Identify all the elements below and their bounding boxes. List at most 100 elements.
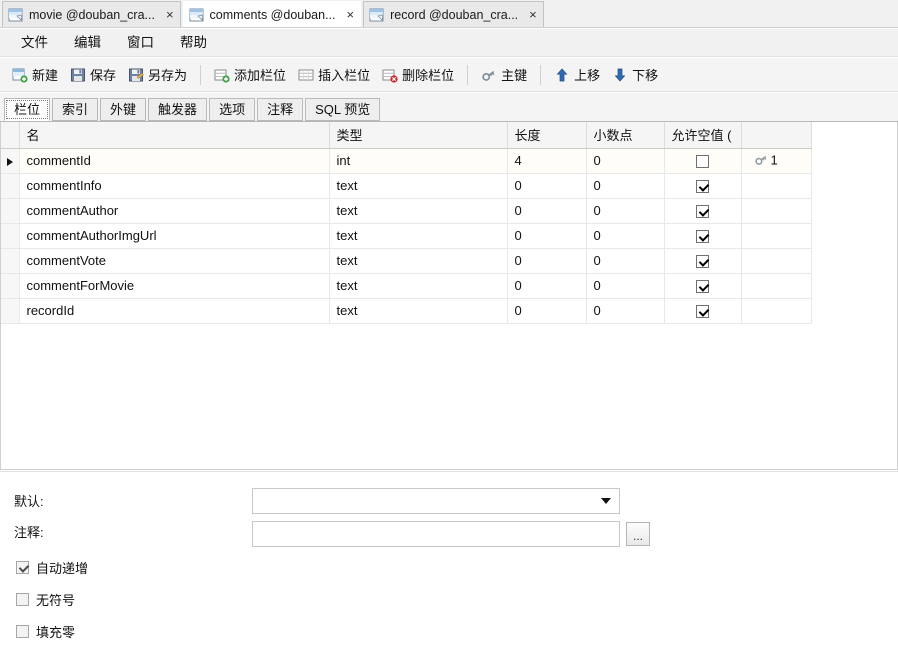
document-tab-2[interactable]: record @douban_cra... × xyxy=(363,1,544,27)
cell-length[interactable]: 0 xyxy=(507,273,587,299)
nullable-checkbox[interactable] xyxy=(696,305,709,319)
toolbar-button-save[interactable]: 保存 xyxy=(64,62,122,87)
zerofill-checkbox[interactable] xyxy=(16,625,29,638)
cell-key[interactable] xyxy=(741,198,812,224)
cell-length[interactable]: 0 xyxy=(507,223,587,249)
cell-key[interactable]: 1 xyxy=(741,148,812,174)
cell-nullable[interactable] xyxy=(664,198,742,224)
row-selector-cell[interactable] xyxy=(1,173,20,199)
nullable-checkbox[interactable] xyxy=(696,255,709,269)
cell-name[interactable]: commentAuthor xyxy=(19,198,330,224)
row-selector-cell[interactable] xyxy=(1,298,20,324)
chevron-down-icon[interactable] xyxy=(601,498,611,504)
column-header-length[interactable]: 长度 xyxy=(507,122,587,149)
table-row[interactable]: commentId int 4 0 1 xyxy=(1,148,812,174)
document-tab-0[interactable]: movie @douban_cra... × xyxy=(2,1,181,27)
table-row[interactable]: commentAuthorImgUrl text 0 0 xyxy=(1,223,812,249)
toolbar-button-save-as[interactable]: 另存为 xyxy=(122,62,193,87)
cell-length[interactable]: 0 xyxy=(507,198,587,224)
cell-decimals[interactable]: 0 xyxy=(586,198,665,224)
table-row[interactable]: recordId text 0 0 xyxy=(1,298,812,324)
cell-decimals[interactable]: 0 xyxy=(586,248,665,274)
toolbar-button-insert-field[interactable]: 插入栏位 xyxy=(292,62,376,87)
cell-decimals[interactable]: 0 xyxy=(586,148,665,174)
designer-tab-4[interactable]: 选项 xyxy=(209,98,256,121)
table-row[interactable]: commentVote text 0 0 xyxy=(1,248,812,274)
cell-name[interactable]: commentVote xyxy=(19,248,330,274)
toolbar-button-primary-key[interactable]: 主键 xyxy=(475,62,533,87)
document-tab-1[interactable]: comments @douban... × xyxy=(182,1,362,27)
designer-tab-2[interactable]: 外键 xyxy=(100,98,147,121)
column-header-decimals[interactable]: 小数点 xyxy=(586,122,665,149)
designer-tab-5[interactable]: 注释 xyxy=(257,98,304,121)
toolbar-button-new-table[interactable]: 新建 xyxy=(6,62,64,87)
unsigned-checkbox-row[interactable]: 无符号 xyxy=(16,590,75,609)
close-icon[interactable]: × xyxy=(529,8,537,21)
comment-browse-button[interactable]: ... xyxy=(626,522,650,546)
nullable-checkbox[interactable] xyxy=(696,230,709,244)
designer-tab-0[interactable]: 栏位 xyxy=(4,98,51,121)
toolbar-button-move-up[interactable]: 上移 xyxy=(548,62,606,87)
default-value-combo[interactable] xyxy=(252,488,620,514)
cell-name[interactable]: commentId xyxy=(19,148,330,174)
cell-length[interactable]: 0 xyxy=(507,298,587,324)
cell-key[interactable] xyxy=(741,273,812,299)
cell-decimals[interactable]: 0 xyxy=(586,298,665,324)
cell-type[interactable]: text xyxy=(329,298,508,324)
row-selector-cell[interactable] xyxy=(1,148,20,174)
designer-tab-3[interactable]: 触发器 xyxy=(148,98,208,121)
cell-key[interactable] xyxy=(741,173,812,199)
column-header-key[interactable] xyxy=(741,122,812,149)
cell-name[interactable]: commentAuthorImgUrl xyxy=(19,223,330,249)
unsigned-checkbox[interactable] xyxy=(16,593,29,606)
cell-nullable[interactable] xyxy=(664,248,742,274)
nullable-checkbox[interactable] xyxy=(696,180,709,194)
cell-length[interactable]: 4 xyxy=(507,148,587,174)
column-header-name[interactable]: 名 xyxy=(19,122,330,149)
menu-item-0[interactable]: 文件 xyxy=(8,31,61,55)
cell-nullable[interactable] xyxy=(664,298,742,324)
cell-type[interactable]: int xyxy=(329,148,508,174)
cell-key[interactable] xyxy=(741,223,812,249)
nullable-checkbox[interactable] xyxy=(696,280,709,294)
row-selector-cell[interactable] xyxy=(1,198,20,224)
row-selector-cell[interactable] xyxy=(1,223,20,249)
nullable-checkbox[interactable] xyxy=(696,155,709,169)
row-selector-cell[interactable] xyxy=(1,273,20,299)
designer-tab-6[interactable]: SQL 预览 xyxy=(305,98,381,121)
comment-input[interactable] xyxy=(252,521,620,547)
toolbar-button-delete-field[interactable]: 删除栏位 xyxy=(376,62,460,87)
nullable-checkbox[interactable] xyxy=(696,205,709,219)
close-icon[interactable]: × xyxy=(347,8,355,21)
cell-name[interactable]: recordId xyxy=(19,298,330,324)
cell-type[interactable]: text xyxy=(329,273,508,299)
cell-length[interactable]: 0 xyxy=(507,248,587,274)
fields-grid-panel[interactable]: 名类型 长度 小数点 允许空值 ( commentId int 4 0 1 commentInf… xyxy=(0,122,898,470)
table-row[interactable]: commentForMovie text 0 0 xyxy=(1,273,812,299)
cell-type[interactable]: text xyxy=(329,198,508,224)
row-selector-cell[interactable] xyxy=(1,248,20,274)
cell-decimals[interactable]: 0 xyxy=(586,223,665,249)
auto-increment-checkbox-row[interactable]: 自动递增 xyxy=(16,558,88,577)
cell-type[interactable]: text xyxy=(329,248,508,274)
toolbar-button-move-down[interactable]: 下移 xyxy=(606,62,664,87)
table-row[interactable]: commentInfo text 0 0 xyxy=(1,173,812,199)
cell-nullable[interactable] xyxy=(664,223,742,249)
cell-key[interactable] xyxy=(741,298,812,324)
table-row[interactable]: commentAuthor text 0 0 xyxy=(1,198,812,224)
cell-nullable[interactable] xyxy=(664,148,742,174)
cell-key[interactable] xyxy=(741,248,812,274)
column-header-type[interactable]: 类型 xyxy=(329,122,508,149)
cell-name[interactable]: commentInfo xyxy=(19,173,330,199)
close-icon[interactable]: × xyxy=(166,8,174,21)
auto-increment-checkbox[interactable] xyxy=(16,561,29,574)
menu-item-1[interactable]: 编辑 xyxy=(61,31,114,55)
cell-length[interactable]: 0 xyxy=(507,173,587,199)
cell-decimals[interactable]: 0 xyxy=(586,173,665,199)
cell-decimals[interactable]: 0 xyxy=(586,273,665,299)
cell-type[interactable]: text xyxy=(329,223,508,249)
cell-name[interactable]: commentForMovie xyxy=(19,273,330,299)
cell-nullable[interactable] xyxy=(664,173,742,199)
menu-item-2[interactable]: 窗口 xyxy=(114,31,167,55)
column-header-nullable[interactable]: 允许空值 ( xyxy=(664,122,742,149)
